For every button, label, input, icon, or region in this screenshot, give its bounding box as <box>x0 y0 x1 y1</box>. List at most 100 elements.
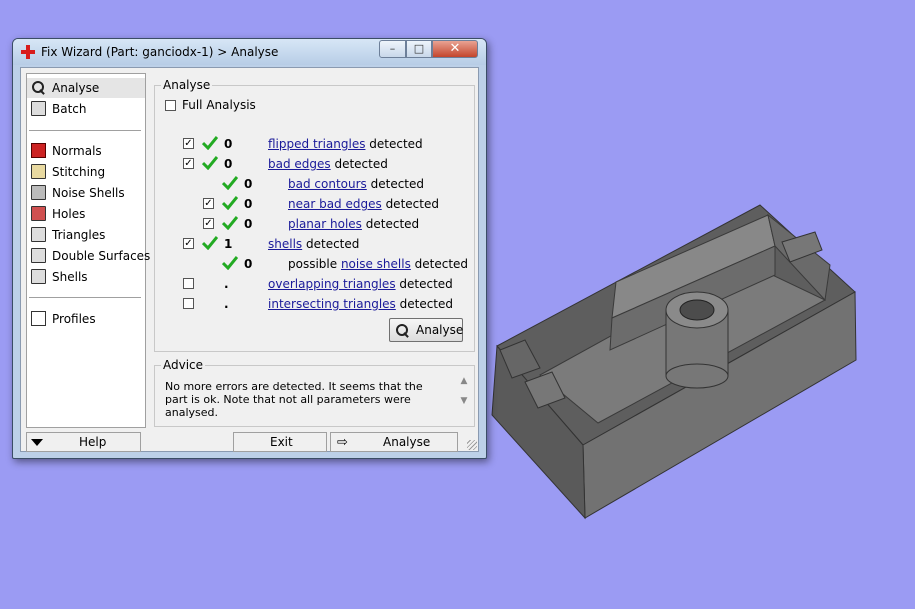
green-check-icon <box>222 196 238 210</box>
analysis-row-checkbox[interactable]: ✓ <box>203 218 214 229</box>
analysis-row-suffix: detected <box>361 217 420 231</box>
arrow-right-icon: ⇨ <box>337 435 348 450</box>
analysis-row-suffix: detected <box>302 237 360 251</box>
shells-cube-icon <box>31 269 46 284</box>
green-check-icon <box>222 256 238 270</box>
green-check-icon <box>202 156 218 170</box>
magnifier-icon <box>395 323 410 338</box>
analysis-row-count: 0 <box>224 157 233 171</box>
analysis-row-text: near bad edges detected <box>288 197 439 211</box>
normals-cube-icon <box>31 143 46 158</box>
analysis-row-text: flipped triangles detected <box>268 137 423 151</box>
green-check-icon <box>202 236 218 250</box>
exit-button[interactable]: Exit <box>233 432 327 452</box>
sidebar-item-shells[interactable]: Shells <box>27 267 145 287</box>
sidebar-item-stitching[interactable]: Stitching <box>27 162 145 182</box>
advice-scrollbar[interactable]: ▲ ▼ <box>458 376 470 424</box>
title-bar[interactable]: Fix Wizard (Part: ganciodx-1) > Analyse … <box>13 39 486 65</box>
sidebar-item-label: Double Surfaces <box>52 249 151 263</box>
analysis-row-suffix: detected <box>366 177 425 191</box>
analysis-row-link[interactable]: bad edges <box>268 157 331 171</box>
analysis-row-text: planar holes detected <box>288 217 419 231</box>
analysis-row-checkbox[interactable]: ✓ <box>183 238 194 249</box>
sidebar-item-normals[interactable]: Normals <box>27 141 145 161</box>
bottom-bar: Help Exit ⇨ Analyse <box>26 432 473 452</box>
analysis-row-checkbox[interactable] <box>183 278 194 289</box>
analysis-row-prefix: possible <box>288 257 341 271</box>
sidebar-divider <box>29 130 141 131</box>
sidebar-item-label: Analyse <box>52 81 100 95</box>
full-analysis-label: Full Analysis <box>182 98 256 112</box>
green-check-icon <box>222 216 238 230</box>
analysis-row-text: shells detected <box>268 237 359 251</box>
analyse-run-label: Analyse <box>416 323 464 337</box>
sidebar-item-label: Stitching <box>52 165 106 179</box>
wizard-client-area: Analyse Batch Normals Stitching Noise Sh… <box>20 67 479 452</box>
analysis-row-link[interactable]: bad contours <box>288 177 367 191</box>
fix-wizard-window: Fix Wizard (Part: ganciodx-1) > Analyse … <box>12 38 487 459</box>
profiles-icon <box>31 311 46 326</box>
advice-group: Advice No more errors are detected. It s… <box>154 358 475 427</box>
analysis-row-link[interactable]: flipped triangles <box>268 137 365 151</box>
analysis-row-suffix: detected <box>395 297 454 311</box>
full-analysis-checkbox[interactable] <box>165 100 176 111</box>
analysis-row-suffix: detected <box>381 197 439 211</box>
close-button[interactable]: ✕ <box>432 40 478 58</box>
sidebar-item-profiles[interactable]: Profiles <box>27 309 145 329</box>
analysis-row-count: . <box>224 277 229 291</box>
analysis-row-link[interactable]: shells <box>268 237 302 251</box>
analysis-row-checkbox[interactable]: ✓ <box>183 158 194 169</box>
analysis-row-count: 0 <box>244 197 253 211</box>
analyse-next-label: Analyse <box>383 435 431 449</box>
triangle-down-icon <box>31 439 43 446</box>
analysis-row-count: 0 <box>224 137 233 151</box>
sidebar-item-batch[interactable]: Batch <box>27 99 145 119</box>
analysis-row-link[interactable]: near bad edges <box>288 197 382 211</box>
analysis-row-link[interactable]: planar holes <box>288 217 362 231</box>
maximize-button[interactable]: □ <box>406 40 432 58</box>
analysis-row-suffix: detected <box>330 157 388 171</box>
help-button[interactable]: Help <box>26 432 141 452</box>
sidebar-item-double-surfaces[interactable]: Double Surfaces <box>27 246 150 266</box>
sidebar-item-holes[interactable]: Holes <box>27 204 145 224</box>
minimize-button[interactable]: – <box>379 40 406 58</box>
analysis-row-text: bad edges detected <box>268 157 388 171</box>
help-label: Help <box>79 435 107 449</box>
exit-label: Exit <box>270 435 293 449</box>
analysis-row-suffix: detected <box>410 257 469 271</box>
sidebar-item-label: Noise Shells <box>52 186 125 200</box>
analysis-row-count: 0 <box>244 257 253 271</box>
analyse-group-label: Analyse <box>161 78 213 92</box>
analysis-row-link[interactable]: intersecting triangles <box>268 297 396 311</box>
sidebar-item-label: Triangles <box>52 228 106 242</box>
analysis-row-checkbox[interactable]: ✓ <box>183 138 194 149</box>
analysis-row-count: 0 <box>244 217 253 231</box>
analysis-row-link[interactable]: noise shells <box>341 257 411 271</box>
magnifier-icon <box>31 80 46 95</box>
analysis-row-link[interactable]: overlapping triangles <box>268 277 396 291</box>
analysis-row-text: intersecting triangles detected <box>268 297 453 311</box>
analyse-run-button[interactable]: Analyse <box>389 318 463 342</box>
analysis-row-count: 1 <box>224 237 233 251</box>
resize-grip[interactable] <box>467 440 477 450</box>
analysis-row-checkbox[interactable] <box>183 298 194 309</box>
sidebar-item-analyse[interactable]: Analyse <box>27 78 145 98</box>
sidebar-item-label: Batch <box>52 102 87 116</box>
analysis-row-suffix: detected <box>365 137 423 151</box>
sidebar-item-noise-shells[interactable]: Noise Shells <box>27 183 145 203</box>
analysis-row-suffix: detected <box>395 277 453 291</box>
advice-group-label: Advice <box>161 358 206 372</box>
window-title: Fix Wizard (Part: ganciodx-1) > Analyse <box>41 45 279 59</box>
batch-icon <box>31 101 46 116</box>
sidebar-item-label: Normals <box>52 144 102 158</box>
double-surfaces-icon <box>31 248 46 263</box>
analysis-row-checkbox[interactable]: ✓ <box>203 198 214 209</box>
holes-cube-icon <box>31 206 46 221</box>
analysis-row-count: 0 <box>244 177 253 191</box>
sidebar-item-label: Holes <box>52 207 86 221</box>
analyse-next-button[interactable]: ⇨ Analyse <box>330 432 458 452</box>
sidebar-item-triangles[interactable]: Triangles <box>27 225 145 245</box>
analysis-row-text: possible noise shells detected <box>288 257 468 271</box>
green-check-icon <box>222 176 238 190</box>
analysis-row-text: bad contours detected <box>288 177 424 191</box>
